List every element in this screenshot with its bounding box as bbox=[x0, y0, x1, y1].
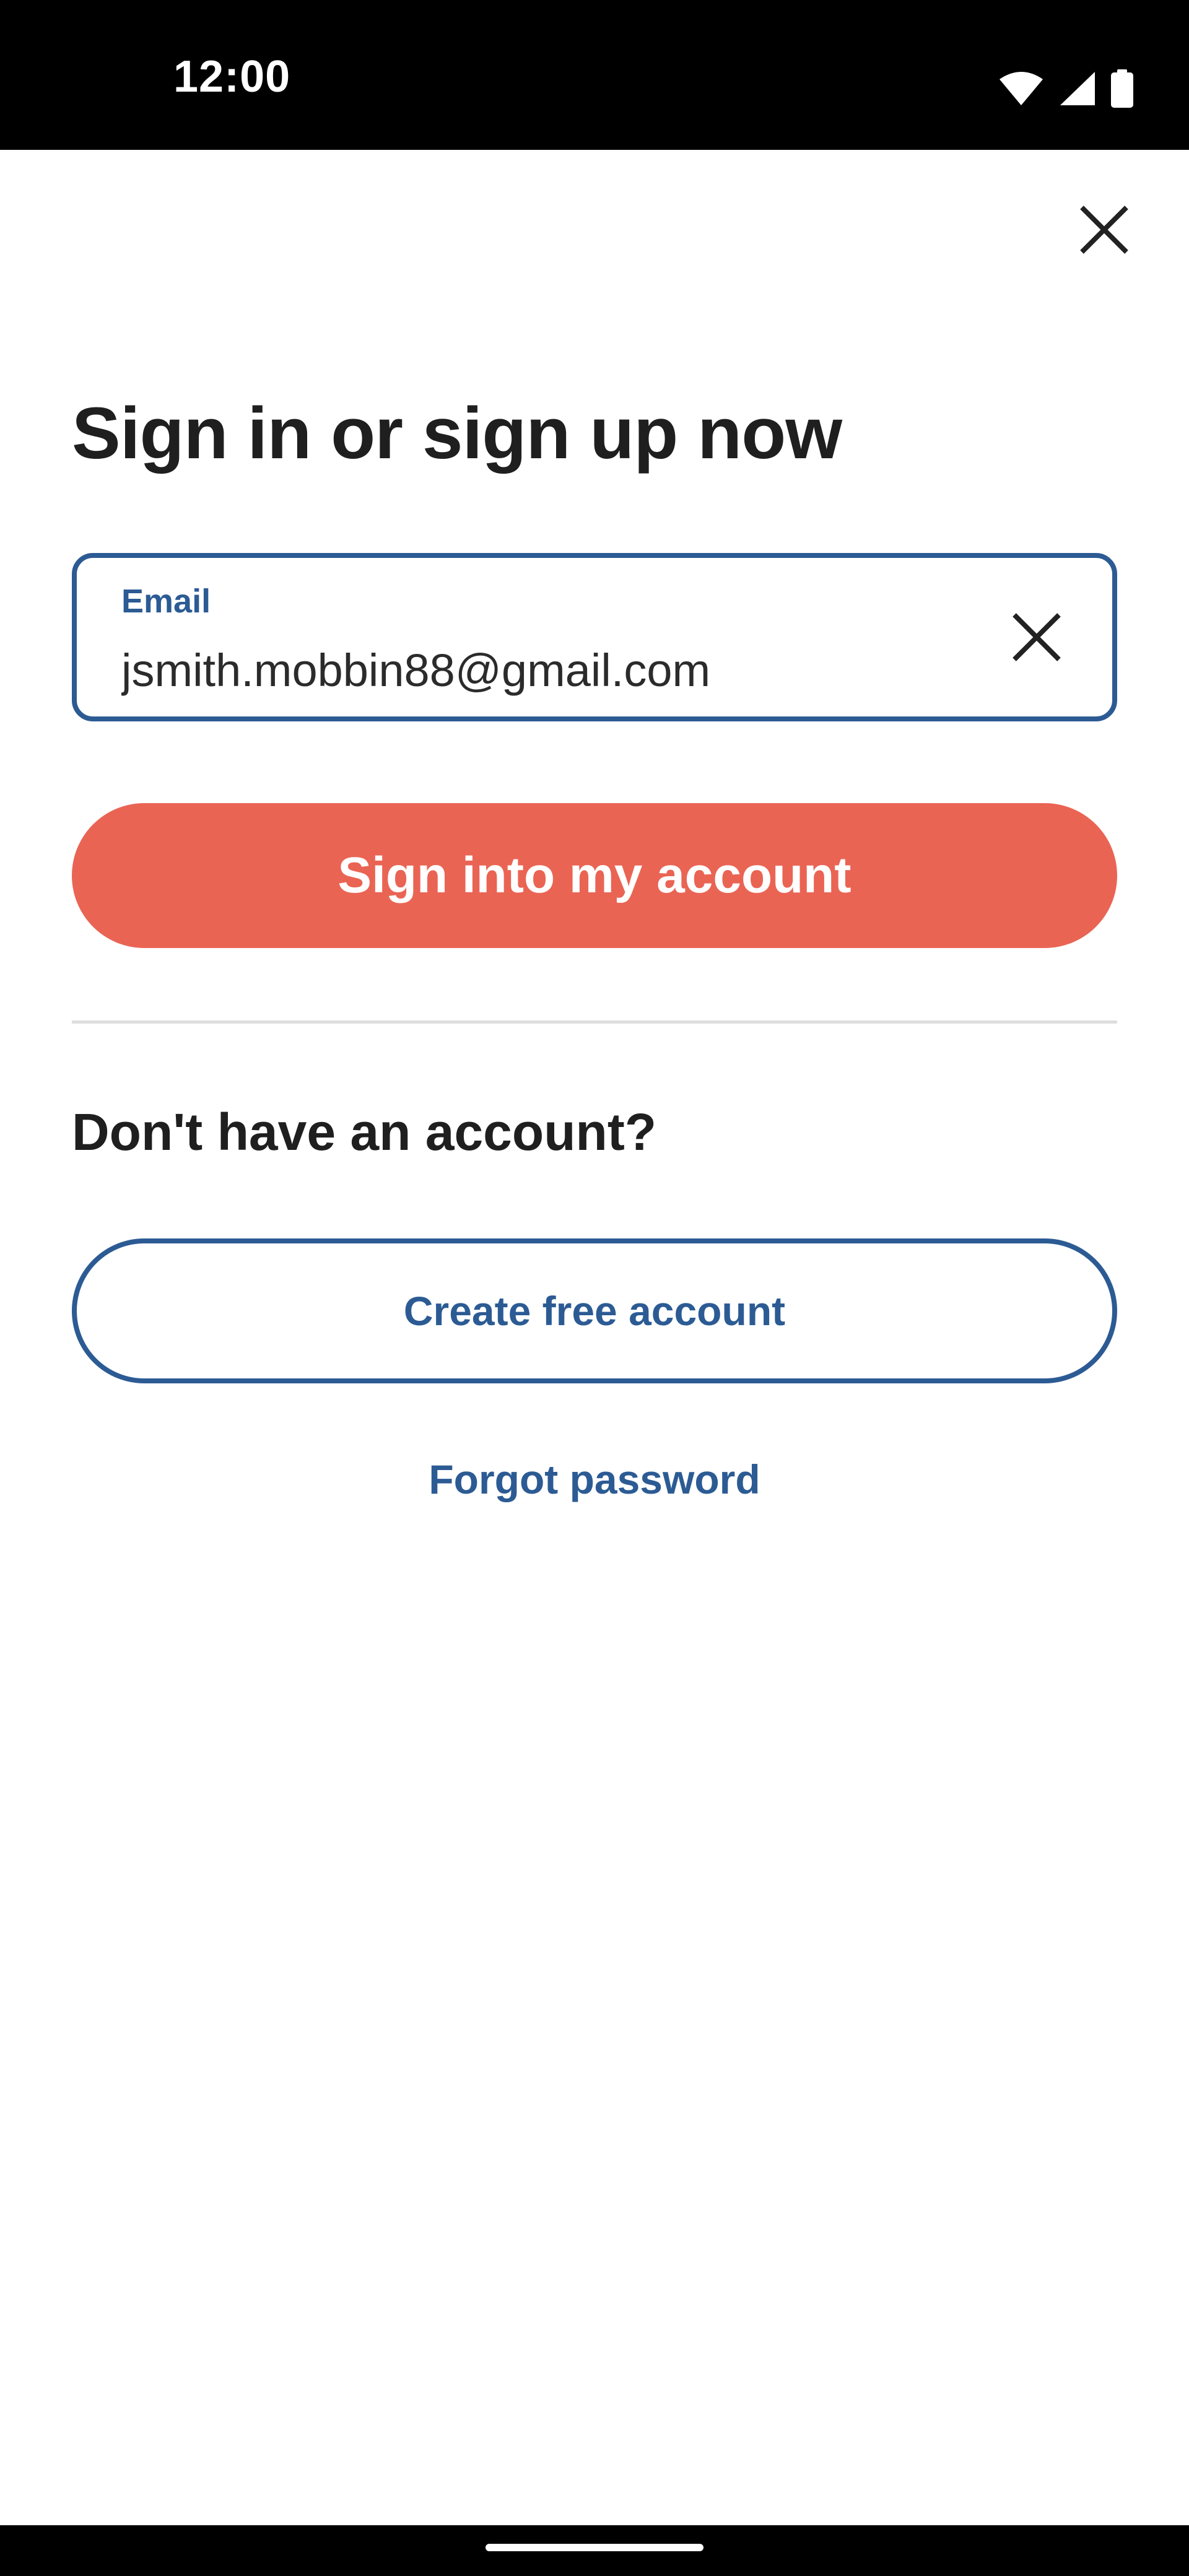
wifi-icon bbox=[998, 71, 1044, 107]
status-time: 12:00 bbox=[173, 52, 291, 102]
email-input[interactable] bbox=[121, 643, 926, 698]
no-account-heading: Don't have an account? bbox=[72, 1103, 657, 1161]
sign-in-button[interactable]: Sign into my account bbox=[72, 803, 1117, 948]
clear-email-button[interactable] bbox=[1000, 601, 1074, 676]
close-button[interactable] bbox=[1071, 198, 1137, 264]
home-indicator[interactable] bbox=[486, 2544, 703, 2551]
forgot-password-link[interactable]: Forgot password bbox=[0, 1455, 1189, 1504]
email-label: Email bbox=[121, 583, 211, 620]
battery-icon bbox=[1111, 69, 1133, 108]
status-icons bbox=[998, 67, 1133, 110]
close-icon bbox=[1078, 204, 1130, 259]
cellular-signal-icon bbox=[1059, 71, 1096, 107]
email-field[interactable]: Email bbox=[72, 553, 1117, 721]
create-account-button[interactable]: Create free account bbox=[72, 1238, 1117, 1383]
divider bbox=[72, 1020, 1117, 1024]
navigation-bar bbox=[0, 2525, 1189, 2576]
page-title: Sign in or sign up now bbox=[72, 393, 842, 474]
status-bar: 12:00 bbox=[0, 0, 1189, 150]
clear-icon bbox=[1011, 611, 1063, 666]
